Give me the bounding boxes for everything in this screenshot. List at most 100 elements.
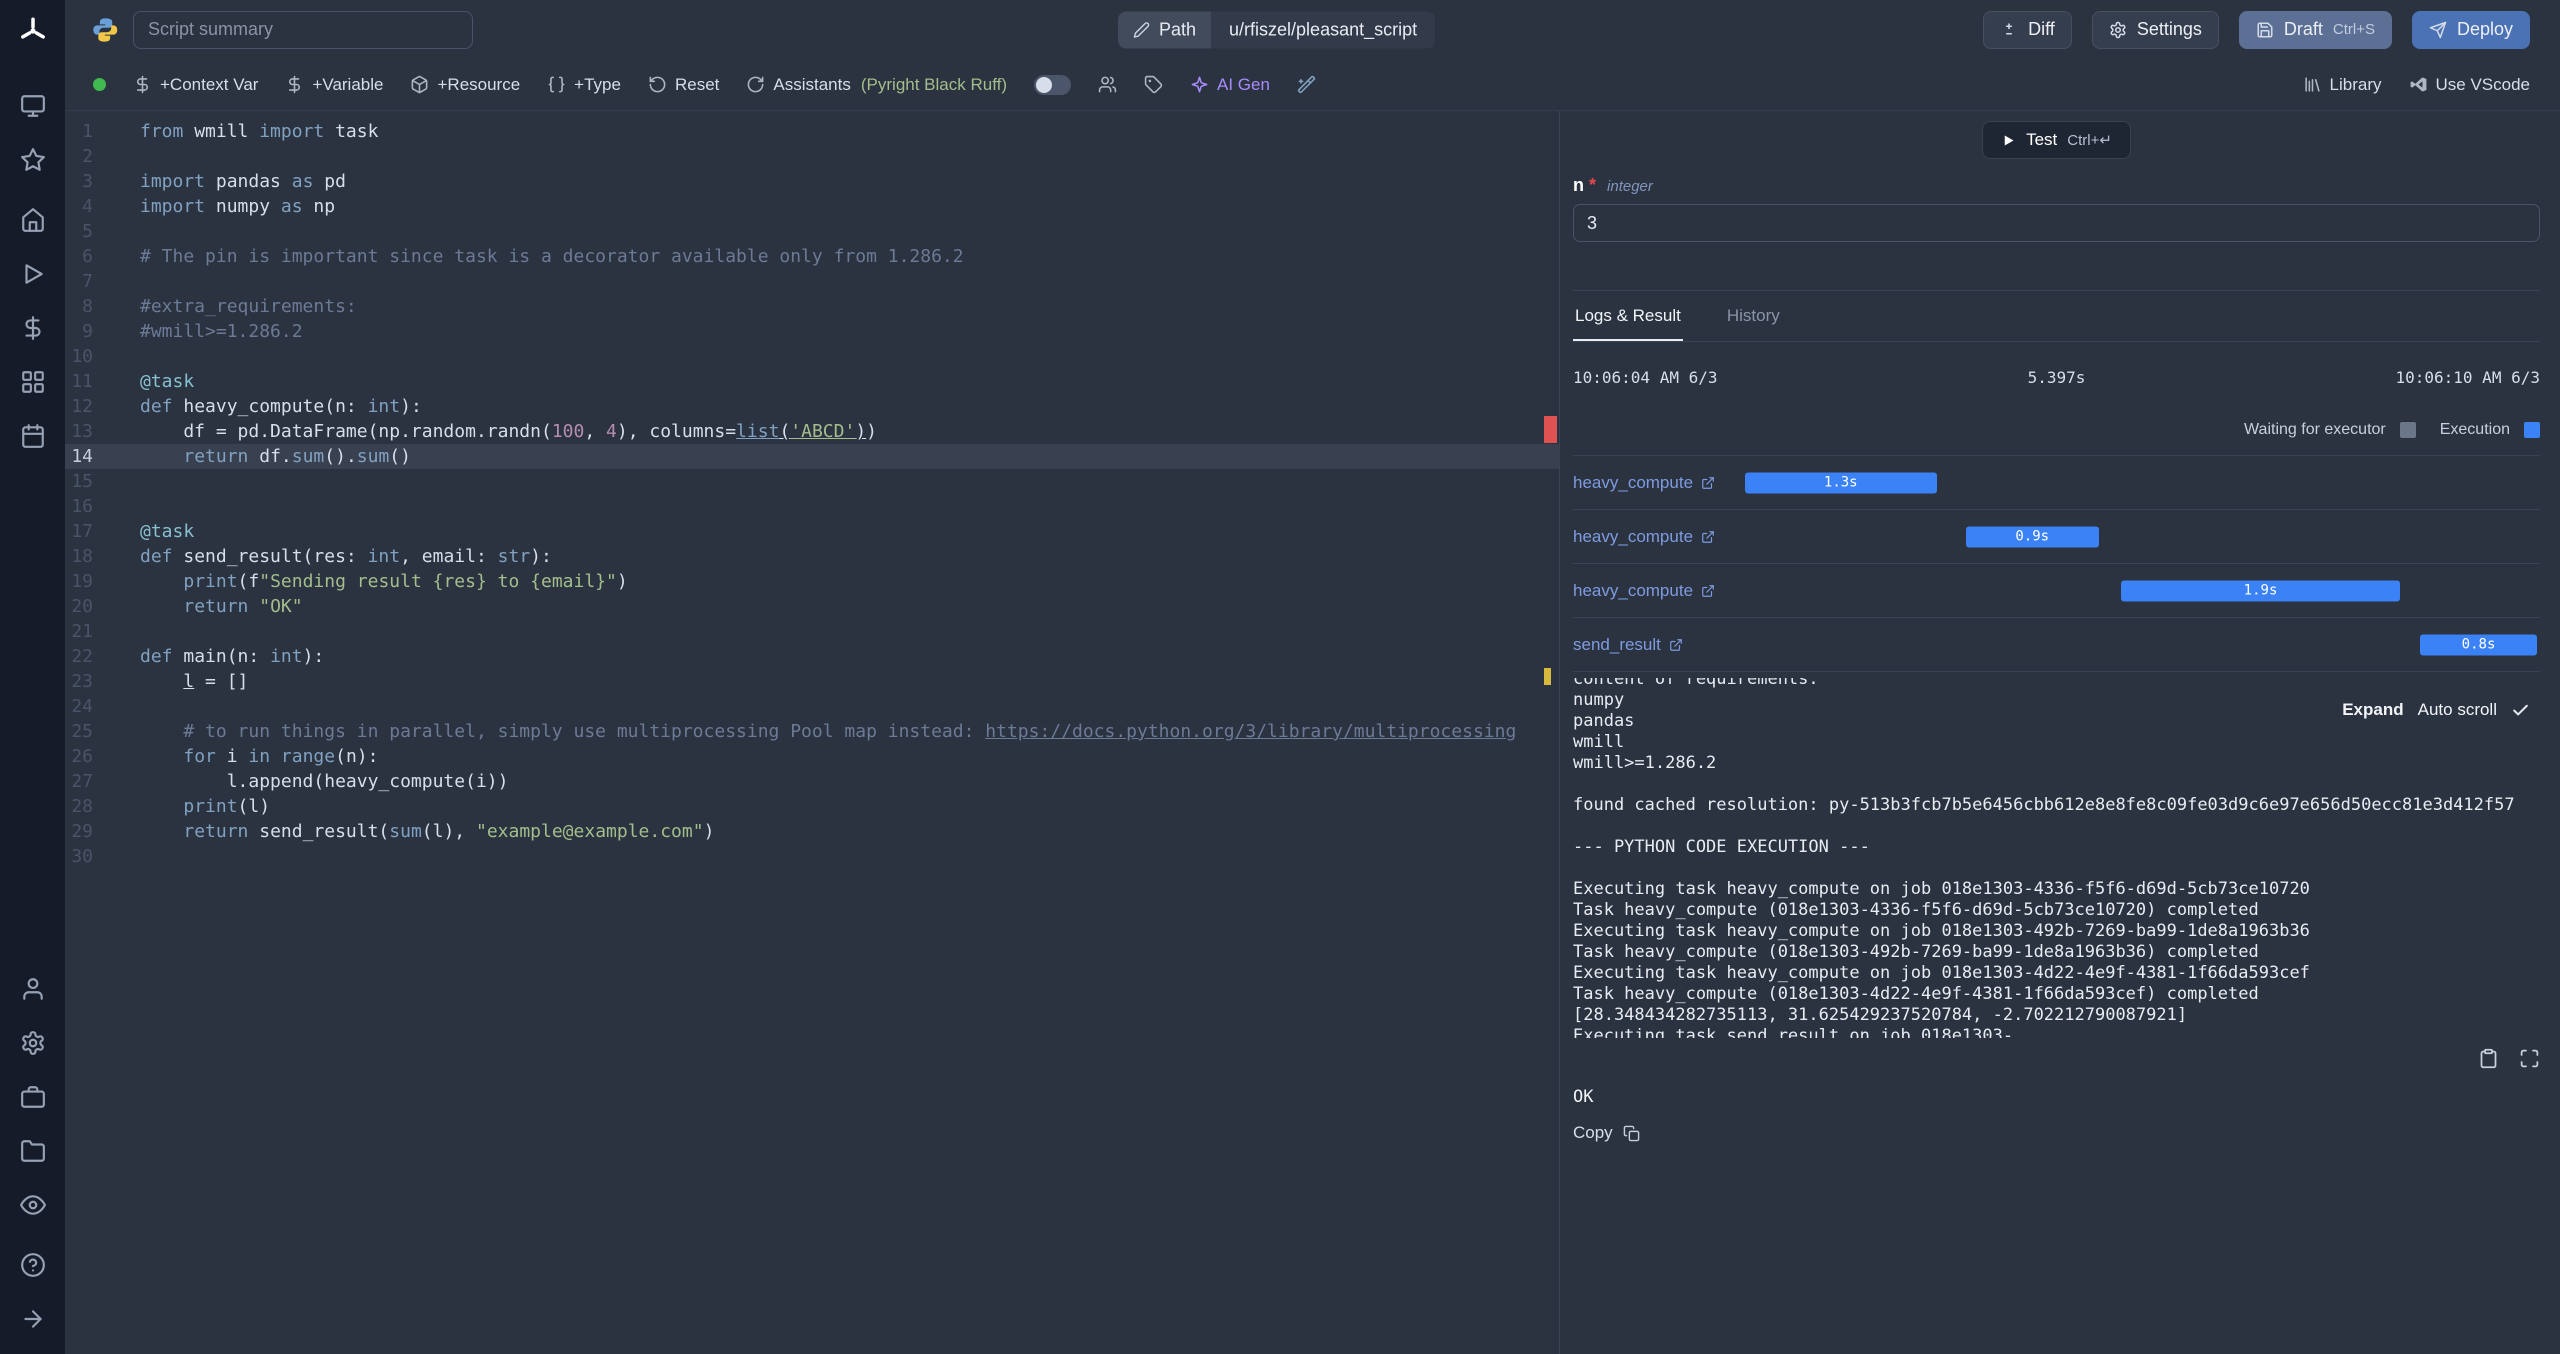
gantt-bar[interactable]: 0.8s <box>2419 634 2538 655</box>
add-context-var-button[interactable]: +Context Var <box>133 75 258 95</box>
copy-button[interactable]: Copy <box>1573 1123 1640 1143</box>
code-line[interactable]: 16 <box>65 494 1559 519</box>
code-line[interactable]: 27 l.append(heavy_compute(i)) <box>65 769 1559 794</box>
code-line[interactable]: 2 <box>65 144 1559 169</box>
settings-button[interactable]: Settings <box>2091 10 2219 49</box>
tag-icon <box>1144 75 1163 94</box>
ai-gen-button[interactable]: AI Gen <box>1190 75 1270 95</box>
line-number: 19 <box>71 571 93 592</box>
code-line[interactable]: 22 def main(n: int): <box>65 644 1559 669</box>
gantt-bar[interactable]: 1.3s <box>1745 472 1937 493</box>
sidebar-item-collapse[interactable] <box>16 1302 50 1336</box>
connection-status-dot <box>93 78 106 91</box>
diff-button[interactable]: Diff <box>1983 10 2072 49</box>
code-line[interactable]: 15 <box>65 469 1559 494</box>
test-button[interactable]: Test Ctrl+↵ <box>1982 121 2131 159</box>
code-line[interactable]: 4 import numpy as np <box>65 194 1559 219</box>
expand-logs-button[interactable]: Expand <box>2342 700 2403 720</box>
sidebar-item-account[interactable] <box>16 972 50 1006</box>
line-number: 29 <box>71 821 93 842</box>
logs-panel[interactable]: content of requirements: numpy pandas wm… <box>1573 678 2540 1038</box>
code-line[interactable]: 14 return df.sum().sum() <box>65 444 1559 469</box>
copy-button-label: Copy <box>1573 1123 1613 1142</box>
arg-n-input[interactable] <box>1573 204 2540 242</box>
script-summary-input[interactable] <box>133 10 473 49</box>
tag-button[interactable] <box>1144 75 1163 94</box>
sidebar-item-workspace[interactable] <box>16 89 50 123</box>
code-line[interactable]: 20 return "OK" <box>65 594 1559 619</box>
edit-path-button[interactable]: Path <box>1118 11 1212 48</box>
sidebar <box>0 0 65 1354</box>
sidebar-item-help[interactable] <box>16 1248 50 1282</box>
code-line[interactable]: 5 <box>65 219 1559 244</box>
tab-logs-and-result[interactable]: Logs & Result <box>1573 291 1683 341</box>
code-line[interactable]: 23 l = [] <box>65 669 1559 694</box>
tab-history[interactable]: History <box>1725 291 1782 341</box>
code-line[interactable]: 12 def heavy_compute(n: int): <box>65 394 1559 419</box>
line-number: 24 <box>71 696 93 717</box>
gantt-bar[interactable]: 0.9s <box>1965 526 2099 547</box>
code-line[interactable]: 6 # The pin is important since task is a … <box>65 244 1559 269</box>
add-resource-button[interactable]: +Resource <box>410 75 520 95</box>
code-line[interactable]: 19 print(f"Sending result {res} to {emai… <box>65 569 1559 594</box>
preview-tabs: Logs & Result History <box>1573 291 2540 342</box>
sidebar-item-resources[interactable] <box>16 365 50 399</box>
add-type-button[interactable]: +Type <box>547 75 621 95</box>
code-line[interactable]: 8 #extra_requirements: <box>65 294 1559 319</box>
sidebar-item-folders[interactable] <box>16 1134 50 1168</box>
sidebar-item-workers[interactable] <box>16 1080 50 1114</box>
sidebar-item-home[interactable] <box>16 203 50 237</box>
code-line[interactable]: 17 @task <box>65 519 1559 544</box>
job-link[interactable]: heavy_compute <box>1573 527 1745 547</box>
braces-icon <box>548 76 565 93</box>
line-number: 7 <box>82 271 93 292</box>
maximize-icon[interactable] <box>2519 1048 2540 1069</box>
code-line[interactable]: 18 def send_result(res: int, email: str): <box>65 544 1559 569</box>
library-button[interactable]: Library <box>2303 75 2382 95</box>
code-line[interactable]: 9 #wmill>=1.286.2 <box>65 319 1559 344</box>
gantt-bar[interactable]: 1.9s <box>2120 580 2401 601</box>
sidebar-item-variables[interactable] <box>16 311 50 345</box>
run-end-time: 10:06:10 AM 6/3 <box>2395 368 2540 387</box>
code-line[interactable]: 28 print(l) <box>65 794 1559 819</box>
code-line[interactable]: 10 <box>65 344 1559 369</box>
code-text: @task <box>140 371 195 392</box>
job-link[interactable]: heavy_compute <box>1573 473 1745 493</box>
code-line[interactable]: 7 <box>65 269 1559 294</box>
code-line[interactable]: 25 # to run things in parallel, simply u… <box>65 719 1559 744</box>
code-text: l.append(heavy_compute(i)) <box>140 771 509 792</box>
wand-icon <box>1297 75 1316 94</box>
deploy-button[interactable]: Deploy <box>2411 10 2530 49</box>
code-line[interactable]: 30 <box>65 844 1559 869</box>
clipboard-icon[interactable] <box>2478 1048 2499 1069</box>
code-line[interactable]: 29 return send_result(sum(l), "example@e… <box>65 819 1559 844</box>
code-line[interactable]: 11 @task <box>65 369 1559 394</box>
code-text: print(f"Sending result {res} to {email}"… <box>183 571 628 592</box>
use-vscode-button[interactable]: Use VScode <box>2409 75 2530 95</box>
add-variable-button[interactable]: +Variable <box>285 75 383 95</box>
code-line[interactable]: 26 for i in range(n): <box>65 744 1559 769</box>
code-line[interactable]: 24 <box>65 694 1559 719</box>
sidebar-item-runs[interactable] <box>16 257 50 291</box>
job-link[interactable]: send_result <box>1573 635 1745 655</box>
code-line[interactable]: 1 from wmill import task <box>65 119 1559 144</box>
sidebar-item-settings[interactable] <box>16 1026 50 1060</box>
code-editor[interactable]: 1 from wmill import task 2 3 import pandas a… <box>65 111 1560 1354</box>
multiplayer-button[interactable] <box>1098 75 1117 94</box>
autoscroll-label[interactable]: Auto scroll <box>2418 700 2497 720</box>
code-line[interactable]: 21 <box>65 619 1559 644</box>
ai-fix-button[interactable] <box>1297 75 1316 94</box>
draft-button[interactable]: Draft Ctrl+S <box>2238 10 2392 49</box>
external-link-icon <box>1670 638 1682 651</box>
code-line[interactable]: 13 df = pd.DataFrame(np.random.randn(100… <box>65 419 1559 444</box>
job-link[interactable]: heavy_compute <box>1573 581 1745 601</box>
windmill-logo-icon[interactable] <box>18 16 48 51</box>
code-line[interactable]: 3 import pandas as pd <box>65 169 1559 194</box>
reset-button[interactable]: Reset <box>648 75 719 95</box>
assistants-button[interactable]: Assistants (Pyright Black Ruff) <box>746 75 1007 95</box>
sidebar-item-favorites[interactable] <box>16 143 50 177</box>
sidebar-item-audit-logs[interactable] <box>16 1188 50 1222</box>
users-icon <box>1098 76 1117 93</box>
toggle-switch[interactable] <box>1034 74 1071 95</box>
sidebar-item-schedules[interactable] <box>16 419 50 453</box>
